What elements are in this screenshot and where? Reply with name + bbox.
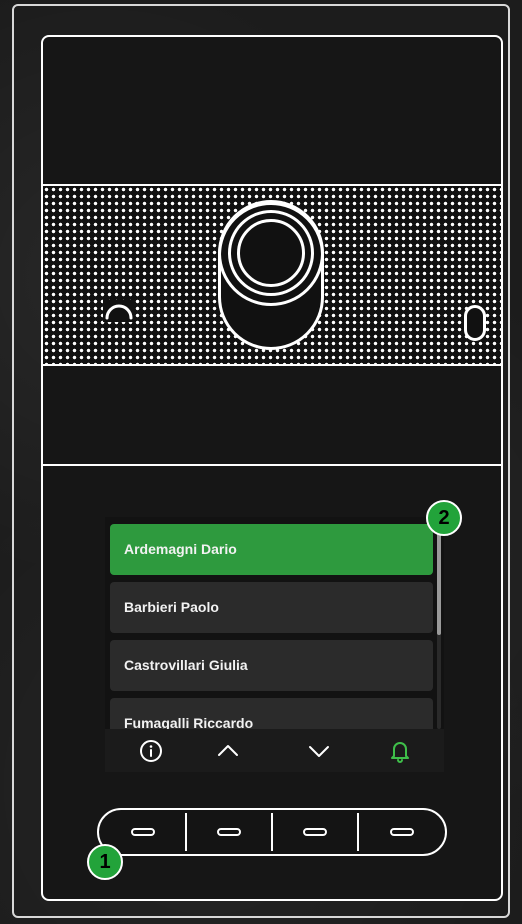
keypad-button-4[interactable] xyxy=(359,810,445,854)
list-item[interactable]: Fumagalli Riccardo xyxy=(110,698,433,731)
chevron-up-icon xyxy=(218,745,238,756)
keypad-button-2[interactable] xyxy=(187,810,271,854)
button-pill-icon xyxy=(303,828,327,836)
callout-badge-keypad: 1 xyxy=(87,844,123,880)
scroll-down-button[interactable] xyxy=(303,735,335,767)
display-screen: Ardemagni Dario Barbieri Paolo Castrovil… xyxy=(105,517,444,772)
led-indicator-icon xyxy=(464,305,486,341)
button-pill-icon xyxy=(130,828,155,836)
camera-lens-icon xyxy=(237,219,305,287)
screen-nav-bar xyxy=(105,729,444,772)
scroll-up-button[interactable] xyxy=(212,735,244,767)
list-item-label: Ardemagni Dario xyxy=(124,541,237,557)
chevron-down-icon xyxy=(309,746,329,757)
list-item[interactable]: Castrovillari Giulia xyxy=(110,640,433,691)
list-item-label: Barbieri Paolo xyxy=(124,599,219,615)
button-pill-icon xyxy=(390,828,414,836)
keypad xyxy=(97,808,447,856)
bell-icon xyxy=(391,742,409,763)
list-item[interactable]: Ardemagni Dario xyxy=(110,524,433,575)
list-item[interactable]: Barbieri Paolo xyxy=(110,582,433,633)
panel-divider xyxy=(43,464,501,466)
button-pill-icon xyxy=(217,828,241,836)
keypad-button-3[interactable] xyxy=(273,810,357,854)
list-item-label: Castrovillari Giulia xyxy=(124,657,248,673)
info-circle-icon xyxy=(140,740,162,762)
callout-badge-screen: 2 xyxy=(426,500,462,536)
info-button[interactable] xyxy=(135,735,167,767)
proximity-sensor-icon xyxy=(103,300,135,322)
list-scrollbar-thumb[interactable] xyxy=(437,523,441,635)
call-button[interactable] xyxy=(384,735,416,767)
resident-name-list: Ardemagni Dario Barbieri Paolo Castrovil… xyxy=(105,517,444,731)
